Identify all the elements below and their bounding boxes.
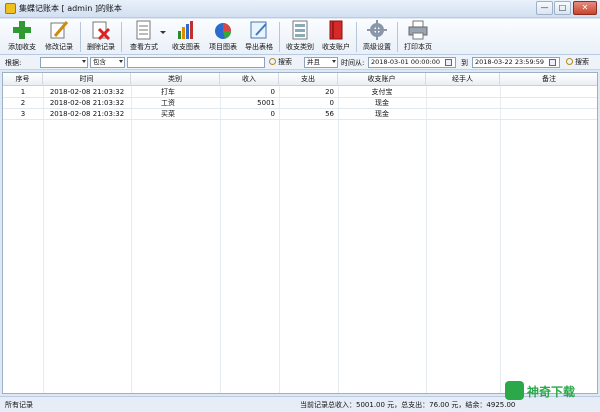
search-button[interactable]: 搜索	[269, 57, 292, 68]
window-title: 集蝶记账本 [ admin ]的账本	[19, 4, 122, 13]
chevron-down-icon	[332, 60, 336, 63]
toolbar-separator	[397, 22, 398, 52]
export-icon	[249, 20, 269, 40]
search-button-2[interactable]: 搜索	[566, 57, 589, 68]
settings-icon	[367, 20, 387, 40]
toolbar-separator	[279, 22, 280, 52]
grid-line	[279, 86, 280, 393]
toolbar-separator	[121, 22, 122, 52]
search-icon	[269, 58, 276, 65]
column-header[interactable]: 经手人	[426, 73, 500, 86]
watermark-logo-icon	[505, 381, 524, 400]
app-icon	[5, 3, 16, 14]
grid-line	[338, 86, 339, 393]
toolbar: 添加收支 修改记录 删除记录 查看方式 收支图表 项目图表 导出表格 收支类别 …	[0, 19, 600, 55]
time-from-input[interactable]: 2018-03-01 00:00:00	[368, 57, 456, 68]
column-header[interactable]: 收入	[220, 73, 279, 86]
watermark: 神奇下载	[505, 380, 597, 402]
toolbar-separator	[80, 22, 81, 52]
table-row[interactable]: 3 2018-02-08 21:03:32 买菜 0 56 现金	[3, 109, 597, 120]
table-header: 序号 时间 类别 收入 支出 收支账户 经手人 备注	[3, 73, 597, 86]
title-bar: 集蝶记账本 [ admin ]的账本 — □ ✕	[0, 0, 600, 18]
delete-record-button[interactable]: 删除记录	[83, 20, 119, 54]
category-icon	[290, 20, 310, 40]
watermark-text: 神奇下载	[527, 385, 576, 399]
edit-record-button[interactable]: 修改记录	[41, 20, 77, 54]
edit-icon	[49, 20, 69, 40]
records-table[interactable]: 序号 时间 类别 收入 支出 收支账户 经手人 备注 1 2018-02-08 …	[2, 72, 598, 394]
grid-line	[43, 86, 44, 393]
calendar-icon[interactable]	[549, 59, 556, 66]
account-book-icon	[326, 20, 346, 40]
filter-field-select[interactable]	[40, 57, 88, 68]
column-header[interactable]: 备注	[500, 73, 597, 86]
chevron-down-icon	[82, 60, 86, 63]
column-header[interactable]: 支出	[279, 73, 338, 86]
grid-line	[500, 86, 501, 393]
minimize-button[interactable]: —	[536, 1, 553, 15]
table-row[interactable]: 1 2018-02-08 21:03:32 打车 0 20 支付宝	[3, 87, 597, 98]
view-mode-icon	[134, 20, 154, 40]
time-to-input[interactable]: 2018-03-22 23:59:59	[472, 57, 560, 68]
status-summary: 当前记录总收入：5001.00 元，总支出：76.00 元，结余：4925.00	[300, 401, 516, 409]
chevron-down-icon	[119, 60, 123, 63]
time-to-label: 到	[461, 59, 468, 67]
bar-chart-icon	[176, 20, 196, 40]
printer-icon	[408, 20, 428, 40]
column-header[interactable]: 序号	[3, 73, 43, 86]
column-header[interactable]: 时间	[43, 73, 131, 86]
income-expense-chart-button[interactable]: 收支图表	[168, 20, 204, 54]
grid-line	[426, 86, 427, 393]
view-mode-button[interactable]: 查看方式	[124, 20, 164, 54]
close-button[interactable]: ✕	[573, 1, 597, 15]
category-button[interactable]: 收支类别	[282, 20, 318, 54]
account-button[interactable]: 收支账户	[318, 20, 354, 54]
status-filter-text: 所有记录	[5, 401, 33, 409]
keyword-input[interactable]	[127, 57, 265, 68]
grid-line	[220, 86, 221, 393]
calendar-icon[interactable]	[445, 59, 452, 66]
column-header[interactable]: 收支账户	[338, 73, 426, 86]
filter-bar: 根据: 包含 搜索 并且 时间从: 2018-03-01 00:00:00 到 …	[0, 55, 600, 70]
delete-icon	[91, 20, 111, 41]
filter-operator-select[interactable]: 包含	[90, 57, 125, 68]
filter-by-label: 根据:	[5, 59, 22, 67]
time-from-label: 时间从:	[341, 59, 365, 67]
chevron-down-icon[interactable]	[160, 31, 166, 34]
pie-chart-icon	[213, 20, 233, 40]
export-table-button[interactable]: 导出表格	[241, 20, 277, 54]
maximize-button[interactable]: □	[554, 1, 571, 15]
logic-select[interactable]: 并且	[304, 57, 338, 68]
item-chart-button[interactable]: 项目图表	[205, 20, 241, 54]
column-header[interactable]: 类别	[131, 73, 220, 86]
search-icon	[566, 58, 573, 65]
toolbar-separator	[356, 22, 357, 52]
table-row[interactable]: 2 2018-02-08 21:03:32 工资 5001 0 现金	[3, 98, 597, 109]
add-record-button[interactable]: 添加收支	[4, 20, 40, 54]
print-page-button[interactable]: 打印本页	[400, 20, 436, 54]
grid-line	[131, 86, 132, 393]
add-icon	[12, 20, 32, 40]
advanced-settings-button[interactable]: 高级设置	[359, 20, 395, 54]
